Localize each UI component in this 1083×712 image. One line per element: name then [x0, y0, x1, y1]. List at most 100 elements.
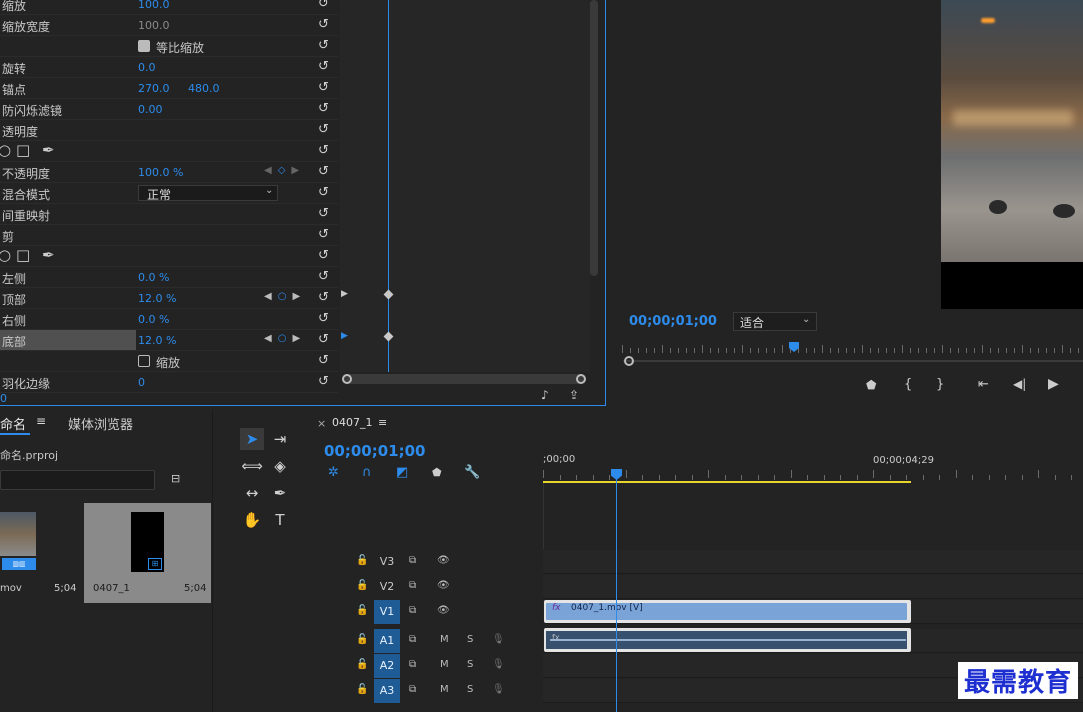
track-label[interactable]: V1	[374, 600, 400, 624]
track-header[interactable]: 🔓 A2 ⧉ M S 🎙	[306, 654, 542, 678]
blend-mode-dropdown[interactable]: 正常 ⌄	[138, 185, 278, 202]
horizontal-scrollbar[interactable]	[342, 374, 586, 384]
play-icon[interactable]: ▶	[1048, 376, 1059, 392]
reset-icon[interactable]: ↺	[318, 374, 329, 389]
slip-tool-icon[interactable]: ↔	[240, 482, 264, 504]
keyframe-navigator[interactable]: ◀◇▶	[264, 165, 305, 176]
project-item-mov[interactable]: ▥▥ mov 5;04	[0, 503, 82, 603]
effect-property-row[interactable]: 右侧 0.0 % ↺	[0, 309, 338, 330]
track-header[interactable]: 🔓 A1 ⧉ M S 🎙	[306, 629, 542, 653]
track-header[interactable]: 🔓 V2 ⧉ 👁	[306, 575, 542, 599]
mark-in-icon[interactable]: {	[904, 377, 912, 392]
effect-property-row[interactable]: 等比缩放 ↺	[0, 36, 338, 57]
effect-property-row[interactable]: 左侧 0.0 % ↺	[0, 267, 338, 288]
effect-property-row[interactable]: 顶部 12.0 % ◀○▶ ↺	[0, 288, 338, 309]
program-time-ruler[interactable]	[622, 342, 1083, 360]
type-tool-icon[interactable]: T	[268, 509, 292, 531]
reset-icon[interactable]: ↺	[318, 332, 329, 347]
property-value-2[interactable]: 480.0	[188, 82, 220, 95]
sequence-tab[interactable]: 0407_1	[332, 416, 373, 429]
panel-menu-icon[interactable]: ≡	[36, 414, 46, 428]
mic-icon[interactable]: 🎙	[492, 634, 505, 645]
lock-icon[interactable]: 🔓	[356, 659, 368, 670]
fit-dropdown[interactable]: 适合 ⌄	[733, 312, 817, 331]
scroll-handle-right[interactable]	[576, 374, 586, 384]
panel-menu-icon[interactable]: ≡	[378, 416, 387, 429]
video-clip[interactable]: fx 0407_1.mov [V]	[544, 600, 911, 623]
reset-icon[interactable]: ↺	[318, 143, 329, 158]
snap-icon[interactable]: ∩	[362, 465, 372, 480]
nest-icon[interactable]: ✲	[328, 465, 339, 480]
lock-icon[interactable]: 🔓	[356, 684, 368, 695]
effect-property-row[interactable]: 间重映射 ↺	[0, 204, 338, 225]
mark-out-icon[interactable]: }	[936, 377, 944, 392]
reset-icon[interactable]: ↺	[318, 38, 329, 53]
zoom-handle[interactable]	[624, 356, 634, 366]
audio-clip[interactable]: fx	[544, 628, 911, 652]
mute-button[interactable]: M	[440, 659, 449, 670]
track-select-tool-icon[interactable]: ⇥	[268, 428, 292, 450]
project-search-input[interactable]	[0, 470, 155, 490]
property-value[interactable]: 0.00	[138, 103, 163, 116]
effect-property-row[interactable]: ○ □ ✒ ↺	[0, 246, 338, 267]
track-label[interactable]: A2	[374, 654, 400, 678]
checkbox[interactable]	[138, 355, 150, 367]
linked-selection-icon[interactable]: ◩	[396, 465, 408, 480]
effect-property-row[interactable]: 底部 12.0 % ◀○▶ ↺	[0, 330, 338, 351]
reset-icon[interactable]: ↺	[318, 0, 329, 11]
effect-property-row[interactable]: 旋转 0.0 ↺	[0, 57, 338, 78]
effect-property-row[interactable]: 缩放 ↺	[0, 351, 338, 372]
property-value[interactable]: 12.0 %	[138, 334, 176, 347]
effect-property-row[interactable]: 缩放宽度 100.0 ↺	[0, 15, 338, 36]
reset-icon[interactable]: ↺	[318, 122, 329, 137]
rect-mask-icon[interactable]: □	[16, 246, 30, 264]
mute-button[interactable]: M	[440, 634, 449, 645]
pen-tool-icon[interactable]: ✒	[268, 482, 292, 504]
export-icon[interactable]: ⇪	[569, 388, 579, 402]
selection-tool-icon[interactable]: ➤	[240, 428, 264, 450]
rect-mask-icon[interactable]: □	[16, 141, 30, 159]
sync-lock-icon[interactable]: ⧉	[409, 605, 416, 616]
ellipse-mask-icon[interactable]: ○	[0, 141, 11, 159]
project-item-sequence[interactable]: ⊞ 0407_1 5;04	[84, 503, 211, 603]
eye-icon[interactable]: 👁	[437, 580, 450, 591]
track-header[interactable]: 🔓 V1 ⧉ 👁	[306, 600, 542, 624]
reset-icon[interactable]: ↺	[318, 227, 329, 242]
lock-icon[interactable]: 🔓	[356, 605, 368, 616]
track-lane[interactable]	[543, 575, 1083, 599]
effect-property-row[interactable]: 混合模式 正常 ⌄ ↺	[0, 183, 338, 204]
sync-lock-icon[interactable]: ⧉	[409, 555, 416, 566]
property-value[interactable]: 12.0 %	[138, 292, 176, 305]
effect-property-row[interactable]: 透明度 ↺	[0, 120, 338, 141]
reset-icon[interactable]: ↺	[318, 17, 329, 32]
wrench-icon[interactable]: 🔧	[464, 465, 480, 480]
sync-lock-icon[interactable]: ⧉	[409, 659, 416, 670]
add-marker-icon[interactable]: ⬟	[866, 378, 876, 392]
eye-icon[interactable]: 👁	[437, 605, 450, 616]
property-value[interactable]: 100.0	[138, 19, 170, 32]
timeline-timecode[interactable]: 00;00;01;00	[324, 442, 426, 460]
effect-property-row[interactable]: 防闪烁滤镜 0.00 ↺	[0, 99, 338, 120]
solo-button[interactable]: S	[467, 659, 473, 670]
effect-property-row[interactable]: 羽化边缘 0 ↺	[0, 372, 338, 393]
track-label[interactable]: A1	[374, 629, 400, 653]
mic-icon[interactable]: 🎙	[492, 684, 505, 695]
mute-button[interactable]: M	[440, 684, 449, 695]
lock-icon[interactable]: 🔓	[356, 580, 368, 591]
effect-controls-playhead[interactable]	[388, 0, 389, 372]
track-label[interactable]: V2	[374, 575, 400, 599]
project-tab[interactable]: 命名	[0, 414, 26, 433]
keyframe-timeline-area[interactable]	[340, 0, 590, 372]
track-label[interactable]: V3	[374, 550, 400, 574]
program-timecode[interactable]: 00;00;01;00	[629, 314, 717, 329]
razor-tool-icon[interactable]: ◈	[268, 455, 292, 477]
vertical-scrollbar[interactable]	[590, 0, 598, 276]
solo-button[interactable]: S	[467, 634, 473, 645]
solo-button[interactable]: S	[467, 684, 473, 695]
property-value[interactable]: 100.0 %	[138, 166, 183, 179]
scroll-handle-left[interactable]	[342, 374, 352, 384]
checkbox[interactable]	[138, 40, 150, 52]
reset-icon[interactable]: ↺	[318, 206, 329, 221]
reset-icon[interactable]: ↺	[318, 290, 329, 305]
ellipse-mask-icon[interactable]: ○	[0, 246, 11, 264]
